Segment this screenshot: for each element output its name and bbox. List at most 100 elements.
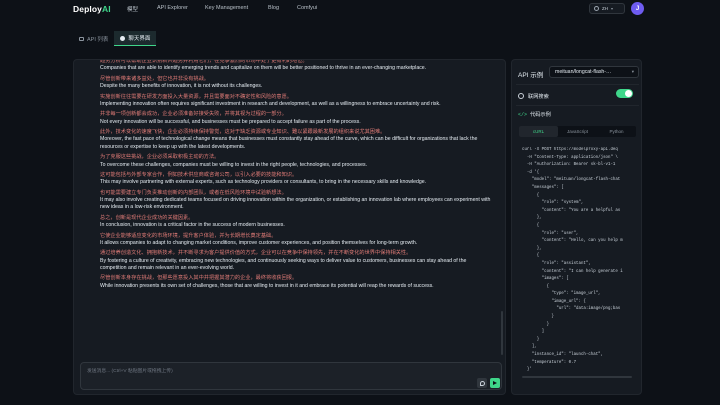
tab-api-list[interactable]: API 列表	[73, 31, 114, 46]
brand-accent: AI	[101, 4, 111, 14]
language-selector[interactable]: ZH ▾	[589, 3, 625, 14]
code-line: "type": "image_url",	[522, 292, 601, 297]
paperclip-icon	[479, 380, 485, 386]
message-composer	[80, 362, 502, 390]
divider	[516, 105, 639, 106]
code-line: -H "Authorization: Bearer sk-bl-v1-1	[522, 163, 616, 168]
code-block[interactable]: curl -X POST https://modelproxy-api.deq …	[522, 147, 636, 373]
code-line: ],	[522, 345, 537, 350]
chat-scrollbar[interactable]	[501, 311, 503, 355]
web-search-toggle[interactable]	[616, 89, 633, 98]
code-horizontal-scrollbar[interactable]	[522, 376, 632, 378]
model-select[interactable]: meituan/longcat-flash-… ▾	[549, 66, 639, 78]
code-line: }	[522, 315, 554, 320]
code-language-tabs: cURL JavaScript Python	[519, 126, 636, 137]
message-text-english: It may also involve creating dedicated t…	[100, 197, 491, 211]
globe-icon	[594, 6, 599, 11]
web-search-label: 联网搜索	[528, 93, 549, 100]
code-line: "messages": [	[522, 185, 564, 190]
nav-item-comfyui[interactable]: Comfyui	[297, 5, 317, 11]
brand-logo[interactable]: DeployAI	[73, 4, 111, 14]
message-text-english: In conclusion, innovation is a critical …	[100, 222, 285, 229]
message-text-english: To overcome these challenges, companies …	[100, 161, 368, 168]
list-icon	[79, 36, 84, 41]
code-line: curl -X POST https://modelproxy-api.deq	[522, 148, 618, 152]
message-text-chinese: 尽管创新带来诸多益处，但它也并非没有挑战。	[100, 75, 209, 82]
api-panel-title: API 示例	[518, 72, 544, 79]
attach-image-button[interactable]	[477, 378, 487, 388]
chevron-down-icon: ▾	[631, 69, 634, 74]
user-avatar[interactable]: J	[631, 2, 644, 15]
message-text-english: Moreover, the fast pace of technological…	[100, 136, 478, 150]
nav-item-key-management[interactable]: Key Management	[205, 5, 248, 11]
toggle-knob	[625, 90, 632, 97]
message-text-english: Not every innovation will be successful,…	[100, 118, 361, 125]
code-icon: </>	[518, 111, 528, 118]
code-line: ]	[522, 330, 545, 335]
tab-chat[interactable]: 聊天界面	[114, 31, 157, 46]
code-line: "content": "You are a helpful as	[522, 208, 621, 213]
message-text-chinese: 通过培养创造文化、拥抱新技术，并不断寻求为客户提供价值的方式，企业可以在竞争中保…	[100, 250, 412, 257]
message-text-chinese: 这可能包括与外部专家合作，例如技术供应商或咨询公司，以引入必要的技能和知识。	[100, 171, 298, 178]
model-select-value: meituan/longcat-flash-…	[555, 69, 612, 75]
message-text-english: This may involve partnering with externa…	[100, 179, 427, 186]
message-text-chinese: 实施创新往往需要在研发方面投入大量资源，并且需要面对不确定性和风险的意愿。	[100, 93, 292, 100]
message-list[interactable]: 趋势分析可以帮助企业识别新兴趋势并利用它们，在竞争激烈的市场中处于更有利的地位。…	[100, 60, 492, 360]
message-text-english: Despite the many benefits of innovation,…	[100, 83, 263, 90]
code-line: }'	[522, 368, 532, 373]
message-text-chinese: 尽管创新本身存在挑战，但那些愿意投入其中并把握其潜力的企业，最终将收获回报。	[100, 275, 298, 282]
code-line: "temperature": 0.7	[522, 360, 577, 365]
code-line: "image_url": {	[522, 299, 586, 304]
code-line: }	[522, 337, 540, 342]
message-text-english: Implementing innovation often requires s…	[100, 100, 441, 107]
nav-item-models[interactable]: 模型	[127, 5, 138, 13]
code-example-heading: </> 代码示例	[518, 111, 551, 119]
code-tab-javascript[interactable]: JavaScript	[558, 126, 597, 137]
nav-item-blog[interactable]: Blog	[268, 5, 279, 11]
code-line: }	[522, 322, 550, 327]
code-line: -d '{	[522, 170, 540, 175]
tab-api-list-label: API 列表	[87, 36, 109, 43]
globe-icon	[518, 93, 524, 99]
chevron-down-icon: ▾	[611, 6, 614, 11]
code-example-label: 代码示例	[530, 112, 551, 118]
code-line: "images": [	[522, 277, 569, 282]
code-line: -H "Content-Type: application/json" \	[522, 155, 618, 160]
view-tabs: API 列表 聊天界面	[73, 31, 157, 47]
tab-chat-label: 聊天界面	[128, 36, 151, 42]
brand-name: Deploy	[73, 4, 102, 14]
message-text-chinese: 它使企业能够适应变化的市场环境，提升客户体验，并为长期增长奠定基础。	[100, 232, 277, 239]
message-text-english: By fostering a culture of creativity, em…	[100, 257, 467, 271]
message-text-english: Companies that are able to identify emer…	[100, 65, 427, 72]
message-text-english: While innovation presents its own set of…	[100, 282, 434, 289]
code-line: "role": "assistant",	[522, 261, 591, 266]
chat-bubble-icon	[120, 35, 126, 41]
api-example-panel: API 示例 meituan/longcat-flash-… ▾ 联网搜索 </…	[511, 59, 642, 395]
message-input[interactable]	[87, 367, 387, 376]
language-label: ZH	[602, 6, 608, 11]
top-navigation-bar: DeployAI 模型 API Explorer Key Management …	[0, 0, 720, 20]
code-line: },	[522, 246, 542, 251]
code-line: {	[522, 284, 550, 289]
code-line: },	[522, 216, 542, 221]
chat-panel: 趋势分析可以帮助企业识别新兴趋势并利用它们，在竞争激烈的市场中处于更有利的地位。…	[73, 59, 506, 395]
message-text-chinese: 为了克服这些挑战，企业必须采取积极主动的方法。	[100, 154, 220, 161]
nav-item-api-explorer[interactable]: API Explorer	[157, 5, 188, 11]
code-line: "url": "data:image/png;bas	[522, 307, 621, 312]
code-line: {	[522, 254, 540, 259]
message-text-chinese: 此外，技术变化的速度飞快，企业必须持续保持警觉，这对于缺乏资源或专业知识、難以紧…	[100, 129, 386, 136]
code-line: "content": "I can help generate i	[522, 269, 623, 274]
message-text-chinese: 并非每一项创新都会成功，企业必须准备好接受失败，并将其视为过程的一部分。	[100, 111, 287, 118]
code-line: "role": "user",	[522, 231, 579, 236]
code-line: "content": "Hello, can you help m	[522, 239, 623, 244]
code-line: "role": "system",	[522, 201, 584, 206]
divider	[516, 84, 639, 85]
code-tab-curl[interactable]: cURL	[519, 126, 558, 137]
code-line: "instance_id": "launch-chat",	[522, 353, 604, 358]
code-line: {	[522, 193, 540, 198]
code-tab-python[interactable]: Python	[597, 126, 636, 137]
message-text-chinese: 也可能需要建立专门负责推动创新的内部团队，或者在低风险环境中试验新想法。	[100, 189, 287, 196]
send-button[interactable]	[490, 378, 500, 388]
message-text-english: It allows companies to adapt to changing…	[100, 239, 418, 246]
code-line: {	[522, 223, 540, 228]
